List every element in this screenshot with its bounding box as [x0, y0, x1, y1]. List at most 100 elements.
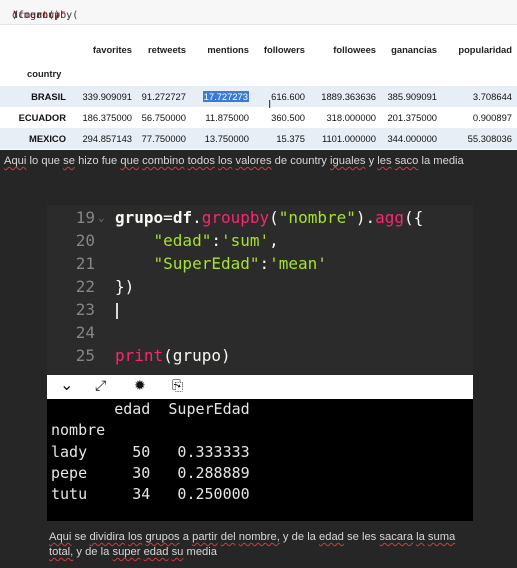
table-cell: 11.875000	[205, 112, 249, 123]
code-text: "SuperEdad":'mean'	[115, 252, 327, 275]
text-caret	[116, 303, 118, 319]
table-cell: 15.375	[276, 133, 305, 144]
caption-word: su	[171, 546, 184, 558]
table-cell: 91.272727	[141, 91, 186, 102]
output-row: tutu 34 0.250000	[51, 485, 250, 503]
code-token: groupby	[201, 208, 270, 227]
code-token: 'sum'	[220, 231, 270, 250]
caption-word: la	[307, 531, 316, 543]
column-header: popularidad	[458, 44, 512, 55]
caption-word: grupos	[145, 531, 180, 543]
caption-word: valores	[235, 155, 272, 167]
caption-word: de	[85, 546, 98, 558]
console-output: edad SuperEdad nombre lady 50 0.333333 p…	[47, 399, 473, 521]
caption-word: que	[41, 155, 61, 167]
code-token: })	[115, 277, 135, 296]
code-token: (	[269, 208, 279, 227]
line-number: 22	[75, 277, 95, 296]
caption-word: media	[433, 155, 464, 167]
clipboard-icon[interactable]: ⎘	[172, 378, 183, 394]
caption-word: sacara	[379, 531, 413, 543]
expand-icon[interactable]: ⤢	[95, 378, 106, 394]
caption-word: edad	[319, 531, 344, 543]
caption-word: del	[220, 531, 236, 543]
row-label: MEXICO	[29, 133, 66, 144]
table-row: ECUADOR 186.375000 56.750000 11.875000 360.5…	[0, 107, 517, 128]
row-label: BRASIL	[31, 91, 66, 102]
column-header: favorites	[92, 44, 132, 55]
caption-word: les	[377, 155, 392, 167]
caption-word: edad	[143, 546, 169, 558]
code-text: })	[115, 275, 134, 298]
caption-word: y	[76, 546, 82, 558]
caption-word: total,	[49, 546, 74, 558]
code-token: :	[211, 231, 221, 250]
code-token: df	[172, 208, 193, 227]
caption-word: partir	[192, 531, 218, 543]
table-row: MEXICO 294.857143 77.750000 13.750000 15.375…	[0, 128, 517, 149]
caption-word: de	[274, 155, 288, 167]
editor-line: 19 ⌄ grupo=df.groupby("nombre").agg({	[47, 206, 473, 229]
output-row: lady 50 0.333333	[51, 443, 250, 461]
line-number: 19	[75, 208, 95, 227]
code-text: grupo=df.groupby("nombre").agg({	[115, 206, 423, 229]
editor-line: 23	[47, 298, 473, 321]
code-token: .	[192, 208, 202, 227]
notebook-panel: df.groupby("country").mean() favorites re…	[0, 0, 517, 150]
table-cell: 186.375000	[82, 112, 132, 123]
table-cell: 13.750000	[204, 133, 249, 144]
column-header: followers	[263, 44, 305, 55]
caption-word: se	[63, 155, 75, 167]
caption-word: Aqui	[4, 155, 27, 167]
table-cell: 3.708644	[472, 91, 512, 102]
caption-word: los	[128, 531, 143, 543]
editor-line: 21 "SuperEdad":'mean'	[47, 252, 473, 275]
table-cell: 17.727273	[202, 91, 249, 102]
caption-word: se	[74, 531, 87, 543]
code-token: (grupo)	[163, 346, 231, 365]
caption-word: la	[416, 531, 425, 543]
table-cell: 616.600	[271, 91, 305, 102]
code-token: ).	[355, 208, 376, 227]
column-header: retweets	[147, 44, 186, 55]
table-cell: 385.909091	[387, 91, 437, 102]
caption-word: nombre,	[238, 531, 280, 543]
caption-word: media	[186, 546, 217, 558]
text-cursor-icon: Ι	[268, 98, 272, 111]
code-token: "edad"	[153, 231, 212, 250]
caption-bottom: Aqui se dividira los grupos a partir del…	[49, 530, 469, 560]
caption-word: y	[282, 531, 289, 543]
code-token: agg	[375, 208, 405, 227]
row-label: ECUADOR	[18, 112, 66, 123]
code-token: "SuperEdad"	[153, 254, 260, 273]
table-cell: 318.000000	[326, 112, 376, 123]
table-cell: 55.308036	[467, 133, 512, 144]
editor-line: 22})	[47, 275, 473, 298]
table-cell: 339.909091	[82, 91, 132, 102]
code-token: grupo	[115, 208, 164, 227]
fold-icon[interactable]: ⌄	[98, 206, 105, 229]
caption-word: hizo	[78, 155, 99, 167]
code-token: ,	[269, 231, 279, 250]
line-number: 20	[75, 231, 95, 250]
editor-line: 20 "edad":'sum',	[47, 229, 473, 252]
line-number: 24	[75, 323, 95, 342]
table-cell: 201.375000	[387, 112, 437, 123]
code-token: :	[259, 254, 270, 273]
table-cell: 1889.363636	[321, 91, 376, 102]
caption-word: todos	[187, 155, 215, 167]
caption-word: que	[120, 155, 140, 167]
editor-line: 25 print(grupo)	[47, 344, 473, 367]
caption-word: dividira	[89, 531, 125, 543]
gear-icon[interactable]: ✹	[134, 378, 146, 394]
chevron-down-icon[interactable]: ⌄	[60, 375, 73, 394]
column-header: ganancias	[391, 44, 437, 55]
table-cell: 1101.000000	[321, 133, 376, 144]
table-cell: 360.500	[271, 112, 305, 123]
code-cell[interactable]: df.groupby("country").mean()	[0, 0, 517, 25]
code-text: "edad":'sum',	[115, 229, 279, 252]
caption-word: a	[182, 531, 189, 543]
code-token: print	[115, 346, 164, 365]
